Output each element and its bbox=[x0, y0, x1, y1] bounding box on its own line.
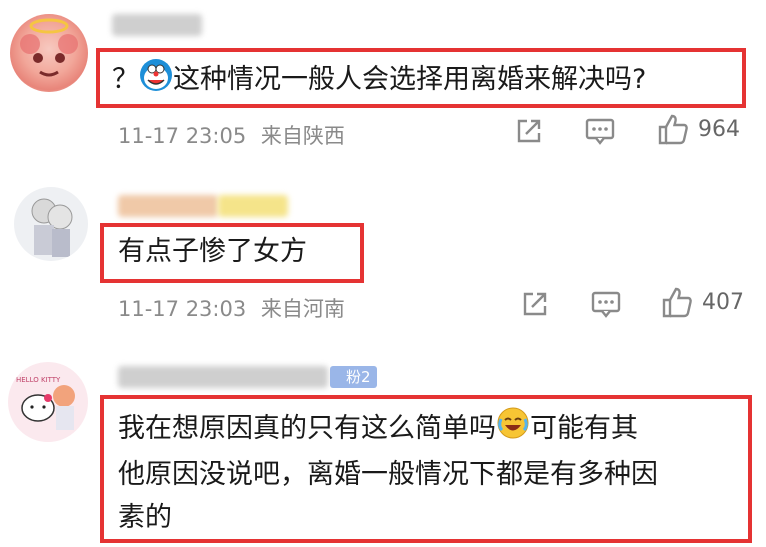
location: 来自陕西 bbox=[260, 124, 345, 148]
comment-line-2: 他原因没说吧，离婚一般情况下都是有多种因 bbox=[118, 459, 658, 490]
comment-line-1-part-a: 我在想原因真的只有这么简单吗 bbox=[118, 413, 496, 444]
username-blurred[interactable] bbox=[118, 195, 288, 217]
thumbs-up-icon bbox=[662, 287, 692, 318]
avatar[interactable] bbox=[14, 187, 88, 261]
fan-badge: 粉2 bbox=[330, 366, 377, 388]
comment-line-3: 素的 bbox=[118, 502, 172, 533]
username-blurred[interactable] bbox=[112, 14, 202, 36]
like-button[interactable]: 407 bbox=[660, 285, 744, 319]
comment-text: 有点子惨了女方 bbox=[118, 236, 307, 267]
timestamp: 11-17 23:03 bbox=[118, 297, 247, 321]
share-icon bbox=[517, 119, 541, 143]
timestamp: 11-17 23:05 bbox=[118, 124, 247, 148]
crying-laugh-emoji-icon bbox=[496, 406, 530, 453]
share-button[interactable] bbox=[514, 116, 544, 146]
comment-button[interactable] bbox=[590, 289, 622, 319]
thumbs-up-icon bbox=[658, 114, 688, 145]
fan-badge-label: 粉2 bbox=[346, 368, 371, 386]
comment-text: 我在想原因真的只有这么简单吗 可能有其 他原因没说吧，离婚一般情况下都是有多种因… bbox=[118, 406, 658, 539]
comment-line-1: 我在想原因真的只有这么简单吗 可能有其 bbox=[118, 406, 658, 453]
comment-button[interactable] bbox=[584, 116, 616, 146]
doraemon-emoji-icon bbox=[139, 58, 173, 103]
comment-2: 有点子惨了女方 11-17 23:03 来自河南 407 bbox=[0, 175, 766, 345]
comment-line-1-part-b: 可能有其 bbox=[530, 413, 638, 444]
comment-meta: 11-17 23:03 来自河南 bbox=[118, 293, 345, 323]
location: 来自河南 bbox=[260, 297, 345, 321]
like-count: 407 bbox=[702, 289, 744, 315]
comment-prefix: ？ bbox=[112, 64, 139, 95]
like-count: 964 bbox=[698, 116, 740, 142]
comment-body: 这种情况一般人会选择用离婚来解决吗? bbox=[173, 64, 647, 95]
share-button[interactable] bbox=[520, 289, 550, 319]
like-button[interactable]: 964 bbox=[656, 112, 740, 146]
avatar[interactable]: HELLO KITTY bbox=[8, 362, 88, 442]
comment-1: ？ 这种情况一般人会选择用离婚来解决吗? 11-17 23:05 来自陕西 96… bbox=[0, 0, 766, 170]
comment-icon bbox=[585, 118, 615, 145]
username-blurred[interactable] bbox=[118, 366, 338, 388]
comment-text: ？ 这种情况一般人会选择用离婚来解决吗? bbox=[112, 58, 646, 103]
comment-icon bbox=[591, 291, 621, 318]
avatar[interactable] bbox=[10, 14, 88, 92]
comment-meta: 11-17 23:05 来自陕西 bbox=[118, 120, 345, 150]
comment-3: HELLO KITTY 粉2 我在想原因真的只有这么简单吗 可能有其 他原因没说… bbox=[0, 350, 766, 547]
svg-text:HELLO KITTY: HELLO KITTY bbox=[16, 376, 61, 384]
share-icon bbox=[523, 292, 547, 316]
